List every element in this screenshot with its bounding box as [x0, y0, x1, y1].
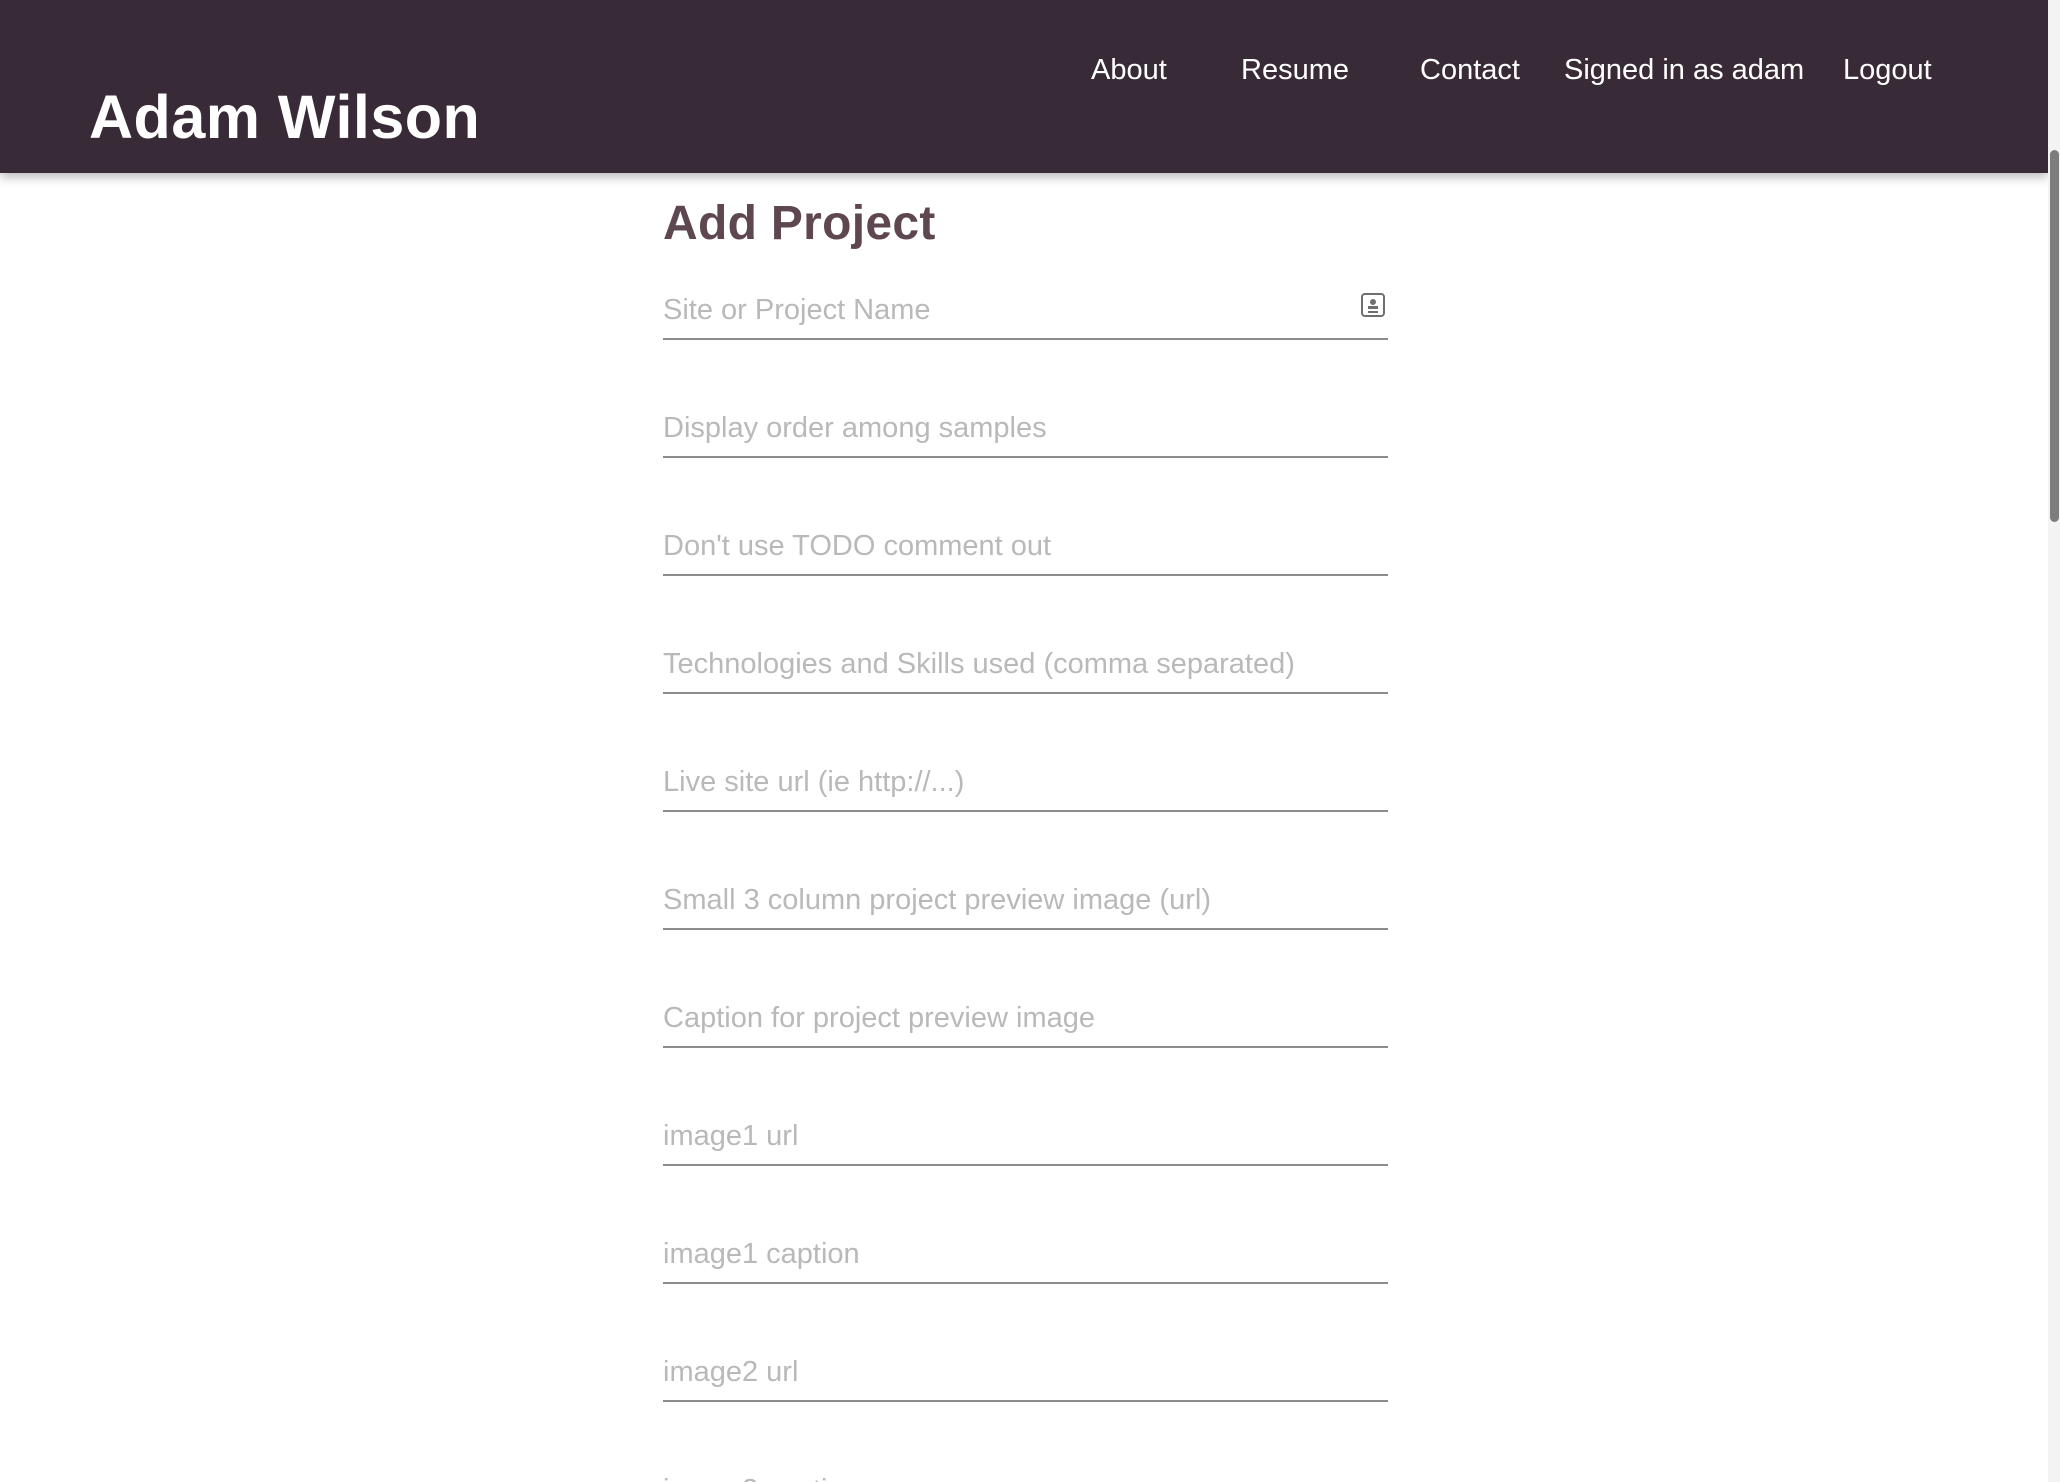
- image1-url-field: [663, 1108, 1388, 1166]
- nav-resume-link[interactable]: Resume: [1241, 50, 1349, 90]
- todo-comment-field: [663, 518, 1388, 576]
- image2-url-input[interactable]: [663, 1344, 1388, 1402]
- nav-about-link[interactable]: About: [1091, 50, 1167, 90]
- technologies-input[interactable]: [663, 636, 1388, 694]
- page: Adam Wilson About Resume Contact Signed …: [0, 0, 2060, 1482]
- todo-comment-input[interactable]: [663, 518, 1388, 576]
- technologies-field: [663, 636, 1388, 694]
- site-header: Adam Wilson About Resume Contact Signed …: [0, 0, 2048, 173]
- project-name-input[interactable]: [663, 282, 1388, 340]
- project-name-field: [663, 282, 1388, 340]
- display-order-field: [663, 400, 1388, 458]
- live-site-url-input[interactable]: [663, 754, 1388, 812]
- preview-image-url-field: [663, 872, 1388, 930]
- image1-caption-field: [663, 1226, 1388, 1284]
- page-title: Add Project: [663, 197, 936, 250]
- image1-url-input[interactable]: [663, 1108, 1388, 1166]
- display-order-input[interactable]: [663, 400, 1388, 458]
- image2-caption-input[interactable]: [663, 1462, 1388, 1482]
- nav-contact-link[interactable]: Contact: [1420, 50, 1520, 90]
- preview-image-url-input[interactable]: [663, 872, 1388, 930]
- image2-caption-field: [663, 1462, 1388, 1482]
- live-site-url-field: [663, 754, 1388, 812]
- signed-in-status: Signed in as adam: [1564, 54, 1805, 86]
- add-project-form: Add Project: [663, 190, 1388, 1482]
- brand-link[interactable]: Adam Wilson: [89, 82, 480, 152]
- preview-caption-input[interactable]: [663, 990, 1388, 1048]
- nav-logout-link[interactable]: Logout: [1843, 50, 1932, 90]
- contact-card-icon[interactable]: [1360, 292, 1386, 318]
- image2-url-field: [663, 1344, 1388, 1402]
- image1-caption-input[interactable]: [663, 1226, 1388, 1284]
- preview-caption-field: [663, 990, 1388, 1048]
- scrollbar-thumb[interactable]: [2050, 150, 2059, 522]
